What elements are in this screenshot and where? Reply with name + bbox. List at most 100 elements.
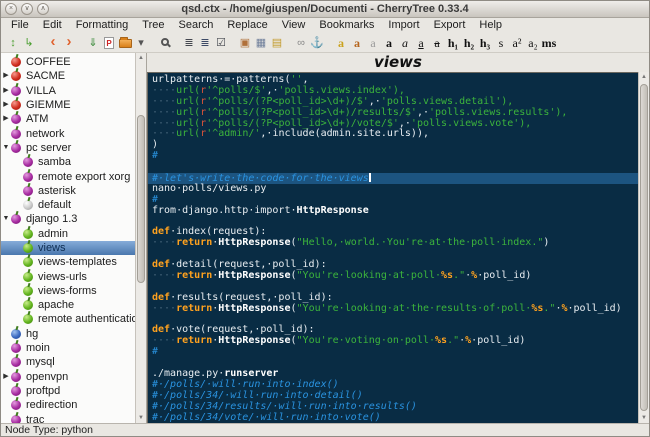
open-folder-icon[interactable] (117, 34, 133, 52)
subscript-icon[interactable]: a₂ (525, 34, 541, 52)
tree-item-views-urls[interactable]: views-urls (1, 269, 135, 283)
bold-icon[interactable]: a (381, 34, 397, 52)
tree-scrollbar-thumb[interactable] (137, 115, 145, 283)
tree-item-asterisk[interactable]: asterisk (1, 184, 135, 198)
scroll-up-icon[interactable]: ▲ (639, 72, 649, 82)
expander-open-icon[interactable]: ▼ (1, 212, 11, 226)
add-subnode-icon[interactable]: ↳ (21, 34, 37, 52)
tree-item-mysql[interactable]: mysql (1, 355, 135, 369)
insert-image-icon[interactable]: ▣ (237, 34, 253, 52)
todo-list-icon[interactable]: ☑ (213, 34, 229, 52)
search-icon[interactable] (157, 34, 173, 52)
tree-item-default[interactable]: default (1, 198, 135, 212)
tree-item-hg[interactable]: hg (1, 327, 135, 341)
expander-closed-icon[interactable]: ▶ (1, 84, 11, 98)
editor-scrollbar-thumb[interactable] (640, 84, 648, 411)
tree-item-admin[interactable]: admin (1, 227, 135, 241)
background-color-icon[interactable]: a (349, 34, 365, 52)
maximize-button[interactable]: ∧ (37, 3, 49, 15)
tree-item-giemme[interactable]: ▶ GIEMME (1, 98, 135, 112)
tree-item-villa[interactable]: ▶ VILLA (1, 84, 135, 98)
tree-item-coffee[interactable]: COFFEE (1, 55, 135, 69)
clear-formatting-icon[interactable]: a (365, 34, 381, 52)
h1-icon[interactable]: h₁ (445, 34, 461, 52)
tree-item-views-forms[interactable]: views-forms (1, 284, 135, 298)
menubar: File Edit Formatting Tree Search Replace View B… (1, 18, 649, 33)
code-line: # (152, 150, 159, 162)
close-button[interactable]: × (5, 3, 17, 15)
insert-table-icon[interactable]: ▦ (253, 34, 269, 52)
bullet-list-icon[interactable]: ≣ (181, 34, 197, 52)
tree-item-apache[interactable]: apache (1, 298, 135, 312)
tree-item-label: COFFEE (26, 56, 71, 69)
tree-item-network[interactable]: network (1, 126, 135, 140)
go-back-icon[interactable]: ‹ (45, 34, 61, 52)
tree-item-atm[interactable]: ▶ ATM (1, 112, 135, 126)
foreground-color-icon[interactable]: a (333, 34, 349, 52)
monospace-icon[interactable]: ms (541, 34, 557, 52)
menu-search[interactable]: Search (172, 18, 221, 33)
insert-anchor-icon[interactable]: ⚓ (309, 34, 325, 52)
tree-item-sacme[interactable]: ▶ SACME (1, 69, 135, 83)
toolbar-separator (77, 34, 85, 52)
h3-icon[interactable]: h₃ (477, 34, 493, 52)
insert-codebox-icon[interactable]: ▤ (269, 34, 285, 52)
expander-open-icon[interactable]: ▼ (1, 141, 11, 155)
tree-scrollbar[interactable]: ▲ ▼ (135, 53, 146, 423)
statusbar: Node Type: python (1, 423, 649, 436)
underline-icon[interactable]: a (413, 34, 429, 52)
code-line: ····return·HttpResponse("You're·looking·… (152, 270, 532, 282)
menu-export[interactable]: Export (427, 18, 473, 33)
menu-formatting[interactable]: Formatting (69, 18, 136, 33)
dropdown-arrow-icon[interactable]: ▾ (133, 34, 149, 52)
cherry-blue-icon (11, 328, 21, 339)
tree-item-pc-server[interactable]: ▼ pc server (1, 141, 135, 155)
menu-file[interactable]: File (4, 18, 36, 33)
menu-bookmarks[interactable]: Bookmarks (312, 18, 381, 33)
numbered-list-icon[interactable]: ≣ (197, 34, 213, 52)
scroll-up-icon[interactable]: ▲ (136, 53, 146, 63)
editor-scrollbar[interactable]: ▲ ▼ (638, 72, 649, 423)
tree-item-moin[interactable]: moin (1, 341, 135, 355)
superscript-icon[interactable]: a² (509, 34, 525, 52)
expander-closed-icon[interactable]: ▶ (1, 98, 11, 112)
tree-item-views[interactable]: views (1, 240, 135, 256)
tree-item-openvpn[interactable]: ▶ openvpn (1, 370, 135, 384)
expander-closed-icon[interactable]: ▶ (1, 112, 11, 126)
menu-replace[interactable]: Replace (220, 18, 274, 33)
code-editor[interactable]: urlpatterns·=·patterns('', ····url(r'^pol… (147, 72, 638, 423)
tree-item-views-templates[interactable]: views-templates (1, 255, 135, 269)
tree-item-django-1.3[interactable]: ▼ django 1.3 (1, 212, 135, 226)
scroll-down-icon[interactable]: ▼ (639, 413, 649, 423)
tree-item-redirection[interactable]: redirection (1, 398, 135, 412)
minimize-button[interactable]: ∨ (21, 3, 33, 15)
tree-item-samba[interactable]: samba (1, 155, 135, 169)
add-node-icon[interactable]: ↕ (5, 34, 21, 52)
insert-link-icon[interactable]: ∞ (293, 34, 309, 52)
cherry-purple-icon (23, 185, 33, 196)
scroll-down-icon[interactable]: ▼ (136, 413, 146, 423)
tree-item-remote-authentication[interactable]: remote authentication (1, 312, 135, 326)
save-icon[interactable]: ⇓ (85, 34, 101, 52)
strike-icon[interactable]: a (429, 34, 445, 52)
tree-item-label: admin (38, 227, 68, 240)
menu-view[interactable]: View (275, 18, 313, 33)
node-tree[interactable]: COFFEE ▶ SACME ▶ VILLA ▶ GIEMME ▶ ATM network ▼ pc … (1, 53, 135, 423)
h2-icon[interactable]: h₂ (461, 34, 477, 52)
menu-tree[interactable]: Tree (135, 18, 171, 33)
expander-closed-icon[interactable]: ▶ (1, 69, 11, 83)
text-cursor (368, 173, 371, 183)
toolbar-separator (149, 34, 157, 52)
expander-closed-icon[interactable]: ▶ (1, 370, 11, 384)
cherry-purple-icon (11, 371, 21, 382)
tree-item-trac[interactable]: trac (1, 412, 135, 423)
menu-edit[interactable]: Edit (36, 18, 69, 33)
export-pdf-icon[interactable]: P (101, 34, 117, 52)
menu-help[interactable]: Help (472, 18, 509, 33)
tree-item-proftpd[interactable]: proftpd (1, 384, 135, 398)
tree-item-remote-export-xorg[interactable]: remote export xorg (1, 169, 135, 183)
menu-import[interactable]: Import (381, 18, 426, 33)
italic-icon[interactable]: a (397, 34, 413, 52)
small-text-icon[interactable]: s (493, 34, 509, 52)
go-forward-icon[interactable]: › (61, 34, 77, 52)
